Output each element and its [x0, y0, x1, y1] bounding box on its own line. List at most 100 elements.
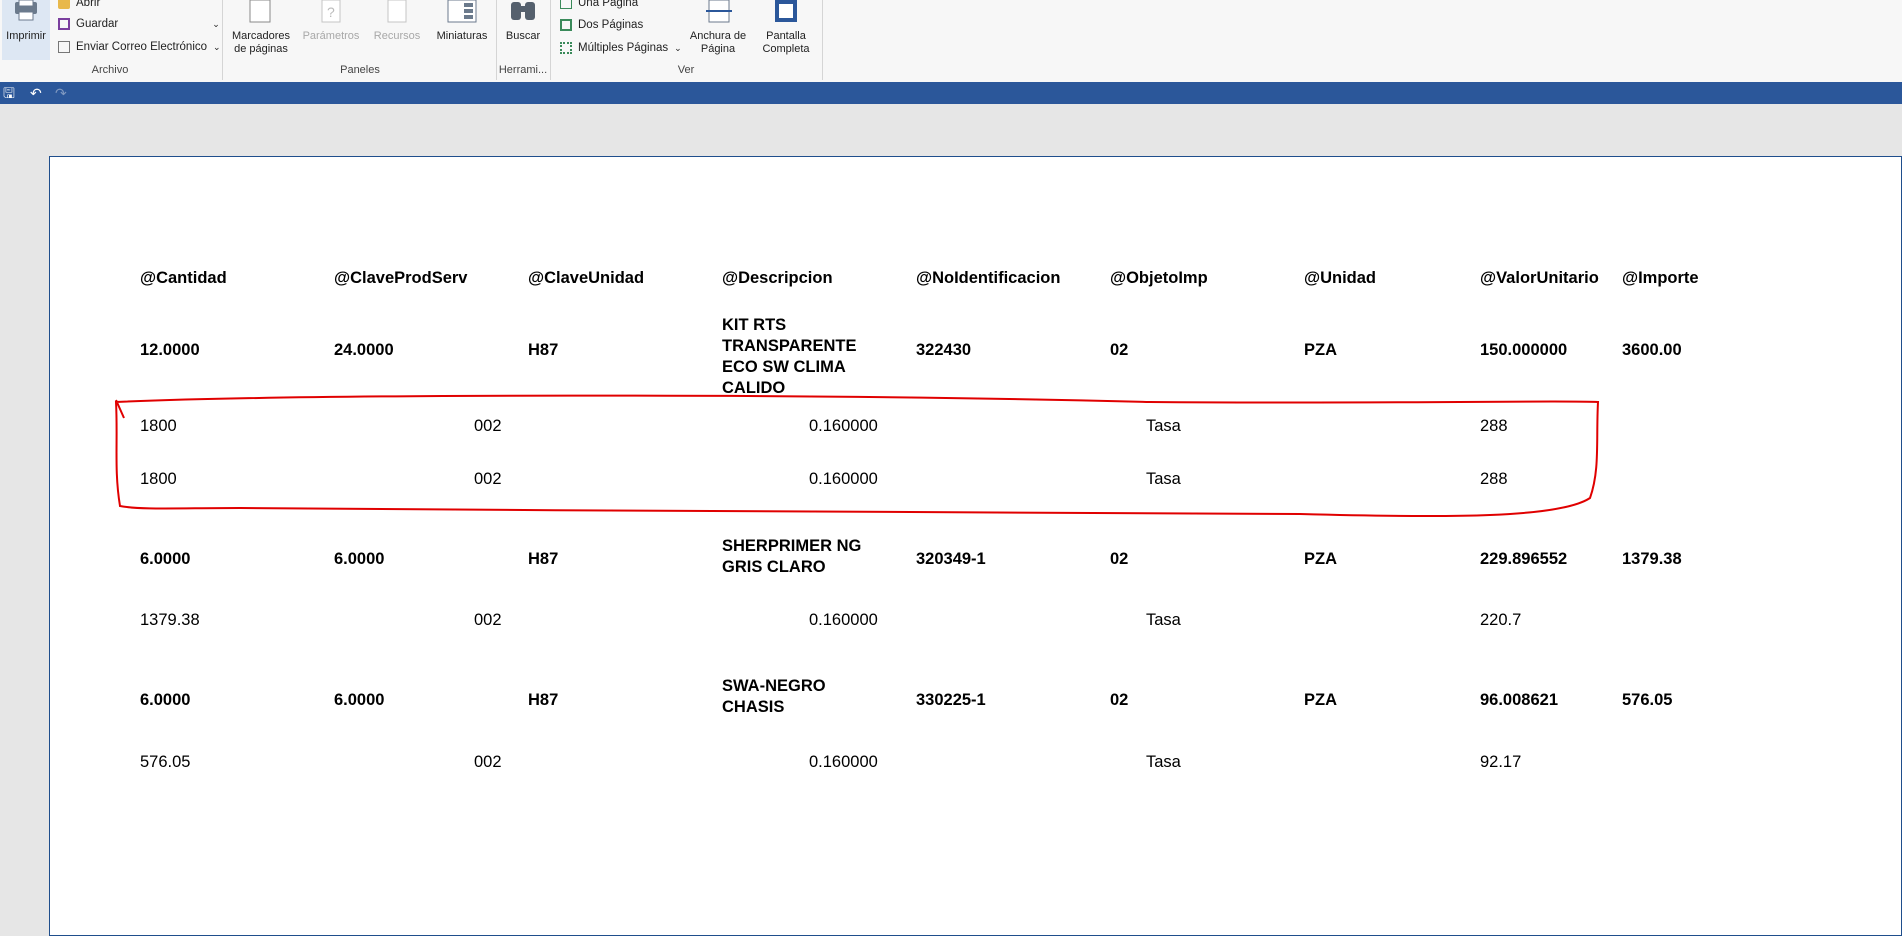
cell-descripcion: SHERPRIMER NG GRIS CLARO: [722, 537, 862, 576]
cell-descripcion: SWA-NEGRO CHASIS: [722, 677, 826, 716]
tax-importe: 220.7: [1480, 611, 1522, 629]
two-pages-icon: [560, 19, 572, 31]
group-label-ver: Ver: [677, 64, 695, 76]
search-label: Buscar: [505, 30, 541, 42]
page-width-label: Anchura de Página: [689, 30, 747, 55]
cell-no-identificacion: 330225-1: [916, 691, 986, 709]
ribbon-toolbar: Imprimir Abrir Guardar ⌄ Enviar Correo E…: [0, 0, 1902, 82]
tax-impuesto: 002: [474, 470, 502, 488]
parameters-label: Parámetros: [302, 30, 360, 42]
binoculars-icon: [511, 2, 535, 20]
question-icon: ?: [321, 0, 341, 23]
cell-cantidad: 12.0000: [140, 341, 200, 359]
header-descripcion: @Descripcion: [722, 269, 833, 287]
bookmarks-label: Marcadores de páginas: [231, 30, 291, 55]
tax-tasa: 0.160000: [809, 611, 878, 629]
resources-button[interactable]: Recursos: [368, 0, 426, 60]
thumbnails-button[interactable]: Miniaturas: [432, 0, 492, 60]
full-screen-icon: [775, 0, 797, 22]
tax-base: 1800: [140, 470, 177, 488]
group-label-herramientas: Herrami...: [498, 64, 548, 76]
cell-no-identificacion: 320349-1: [916, 550, 986, 568]
tax-importe: 288: [1480, 470, 1508, 488]
cell-clave-prod-serv: 24.0000: [334, 341, 394, 359]
print-button[interactable]: Imprimir: [2, 0, 50, 60]
header-clave-unidad: @ClaveUnidad: [528, 269, 645, 287]
undo-icon[interactable]: ↶: [30, 85, 42, 101]
save-label: Guardar: [76, 18, 119, 30]
tax-base: 1379.38: [140, 611, 200, 629]
save-button[interactable]: Guardar ⌄: [58, 18, 220, 30]
full-screen-button[interactable]: Pantalla Completa: [756, 0, 816, 60]
cell-clave-unidad: H87: [528, 550, 559, 568]
cell-unidad: PZA: [1304, 341, 1337, 359]
tax-importe: 92.17: [1480, 753, 1522, 771]
tax-base: 1800: [140, 417, 177, 435]
cell-valor-unitario: 150.000000: [1480, 341, 1568, 359]
svg-text:?: ?: [327, 4, 335, 20]
tax-tipo: Tasa: [1146, 417, 1181, 435]
page-width-button[interactable]: Anchura de Página: [686, 0, 750, 60]
two-pages-button[interactable]: Dos Páginas: [560, 19, 643, 31]
header-clave-prod-serv: @ClaveProdServ: [334, 269, 468, 287]
page-width-icon: [706, 0, 732, 23]
header-valor-unitario: @ValorUnitario: [1480, 269, 1599, 287]
tax-tipo: Tasa: [1146, 611, 1181, 629]
bookmarks-button[interactable]: Marcadores de páginas: [230, 0, 292, 60]
multiple-pages-label: Múltiples Páginas: [578, 42, 669, 54]
two-pages-label: Dos Páginas: [578, 19, 644, 31]
header-objeto-imp: @ObjetoImp: [1110, 269, 1208, 287]
header-cantidad: @Cantidad: [140, 269, 227, 287]
tax-base: 576.05: [140, 753, 191, 771]
open-button[interactable]: Abrir: [58, 0, 100, 9]
group-label-archivo: Archivo: [91, 64, 129, 76]
cell-unidad: PZA: [1304, 691, 1337, 709]
group-label-paneles: Paneles: [340, 64, 380, 76]
bookmarks-icon: [249, 0, 271, 23]
redo-icon[interactable]: ↷: [55, 85, 67, 101]
send-email-button[interactable]: Enviar Correo Electrónico ⌄: [58, 41, 221, 53]
one-page-icon: [560, 0, 572, 9]
save-icon: [58, 18, 70, 30]
email-icon: [58, 41, 70, 53]
tax-impuesto: 002: [474, 753, 502, 771]
parameters-button[interactable]: ? Parámetros: [300, 0, 362, 60]
cell-clave-prod-serv: 6.0000: [334, 550, 385, 568]
tax-impuesto: 002: [474, 417, 502, 435]
tax-tasa: 0.160000: [809, 470, 878, 488]
cell-descripcion: KIT RTS TRANSPARENTE ECO SW CLIMA CALIDO: [722, 316, 857, 397]
chevron-down-icon: ⌄: [674, 42, 682, 53]
full-screen-label: Pantalla Completa: [762, 30, 810, 55]
search-button[interactable]: Buscar: [500, 0, 546, 60]
one-page-label: Una Página: [578, 0, 639, 9]
save-icon[interactable]: 🖫: [3, 85, 15, 101]
tax-tipo: Tasa: [1146, 470, 1181, 488]
cell-cantidad: 6.0000: [140, 691, 191, 709]
tax-tasa: 0.160000: [809, 417, 878, 435]
cell-objeto-imp: 02: [1110, 550, 1129, 568]
printer-icon: [15, 0, 37, 21]
cell-objeto-imp: 02: [1110, 341, 1129, 359]
cell-importe: 3600.00: [1622, 341, 1682, 359]
cell-clave-unidad: H87: [528, 341, 559, 359]
cell-cantidad: 6.0000: [140, 550, 191, 568]
resources-icon: [387, 0, 407, 23]
header-importe: @Importe: [1622, 269, 1699, 287]
open-label: Abrir: [76, 0, 101, 9]
cell-importe: 1379.38: [1622, 550, 1682, 568]
multiple-pages-button[interactable]: Múltiples Páginas ⌄: [560, 42, 682, 54]
cell-no-identificacion: 322430: [916, 341, 972, 359]
thumbnails-label: Miniaturas: [436, 30, 488, 42]
tax-tipo: Tasa: [1146, 753, 1181, 771]
chevron-down-icon: ⌄: [213, 41, 221, 52]
print-label: Imprimir: [6, 30, 46, 42]
tax-importe: 288: [1480, 417, 1508, 435]
cell-clave-unidad: H87: [528, 691, 559, 709]
email-label: Enviar Correo Electrónico: [76, 41, 208, 53]
header-unidad: @Unidad: [1304, 269, 1377, 287]
cell-valor-unitario: 229.896552: [1480, 550, 1568, 568]
chevron-down-icon: ⌄: [212, 18, 220, 29]
report-page: @Cantidad @ClaveProdServ @ClaveUnidad @D…: [49, 156, 1902, 936]
thumbnails-icon: [447, 0, 477, 23]
one-page-button[interactable]: Una Página: [560, 0, 638, 9]
